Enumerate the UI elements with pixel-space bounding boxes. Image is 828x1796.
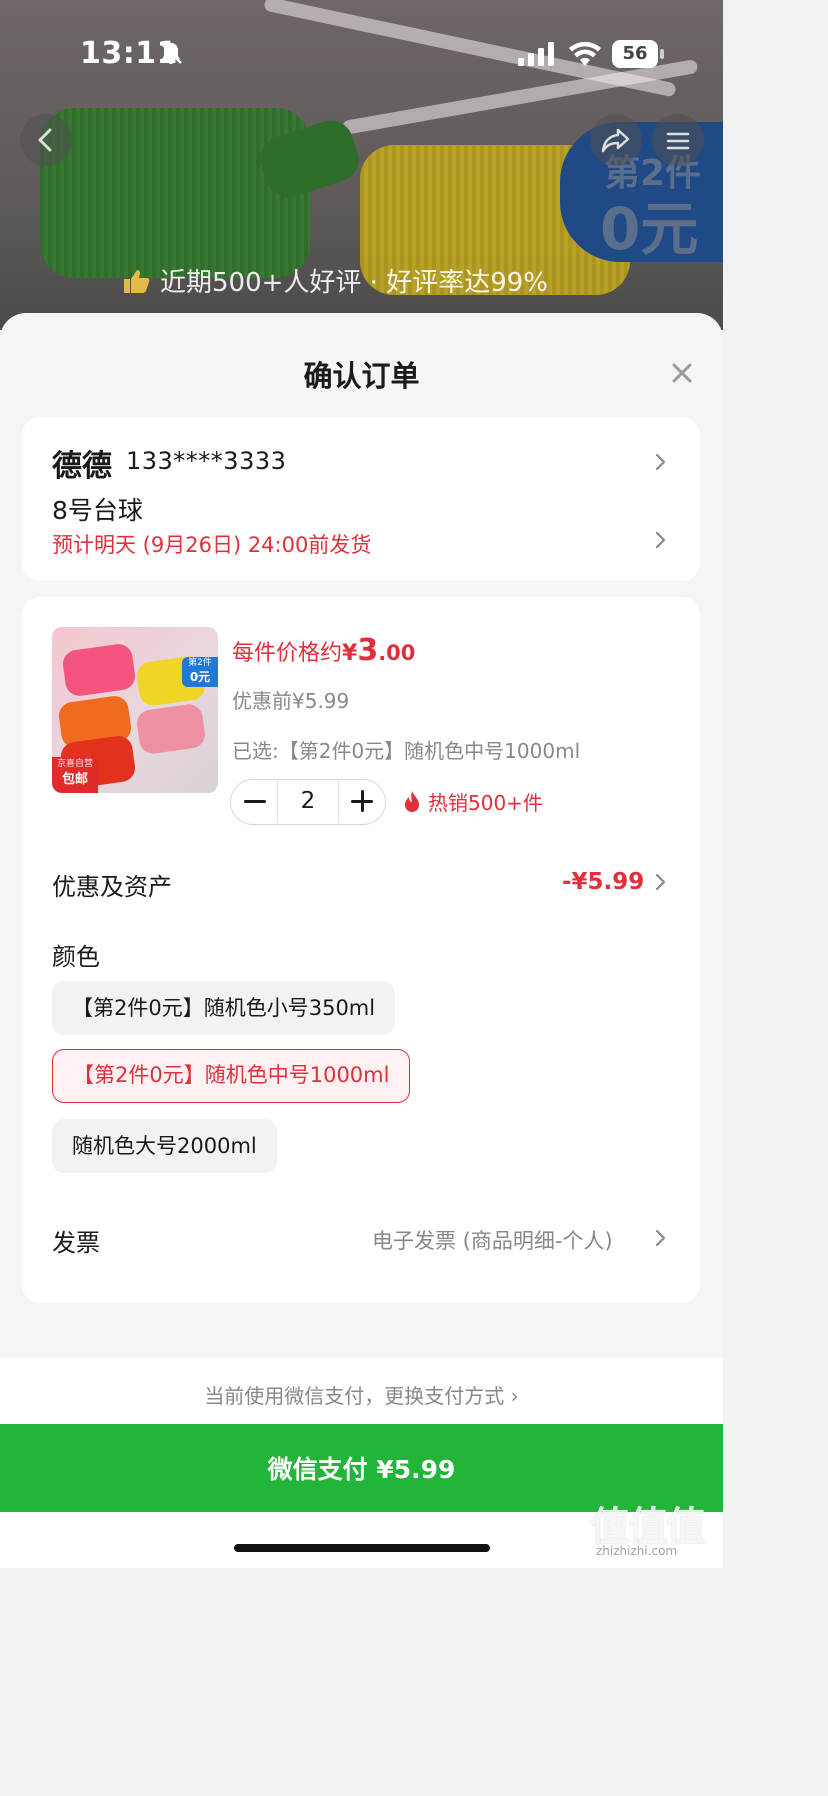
wifi-icon — [569, 41, 601, 66]
chevron-right-icon[interactable] — [654, 529, 668, 551]
delivery-estimate: 预计明天 (9月26日) 24:00前发货 — [52, 533, 372, 557]
unit-price: 每件价格约¥3.00 — [232, 633, 415, 668]
site-watermark: 值值值 zhizhizhi.com — [590, 1494, 720, 1564]
thumbnail-shipping-tag: 京喜自营 包邮 — [52, 757, 98, 793]
product-thumbnail[interactable]: 第2件 0元 京喜自营 包邮 — [52, 627, 218, 793]
color-option-small[interactable]: 【第2件0元】随机色小号350ml — [52, 981, 396, 1035]
quantity-stepper: 2 — [230, 779, 386, 825]
color-option-large[interactable]: 随机色大号2000ml — [52, 1119, 277, 1173]
status-bar: 13:11 56 — [0, 0, 723, 100]
cellular-signal-icon — [518, 42, 554, 66]
battery-icon: 56 — [612, 40, 664, 68]
chevron-right-icon[interactable] — [654, 871, 668, 893]
original-price: 优惠前¥5.99 — [232, 689, 350, 713]
chevron-left-icon — [38, 128, 52, 152]
thumb-bottle-light-pink — [135, 702, 207, 756]
recipient-phone: 133****3333 — [126, 447, 287, 475]
selected-spec: 已选:【第2件0元】随机色中号1000ml — [232, 739, 581, 763]
address-line: 8号台球 — [52, 496, 143, 525]
discount-row-value[interactable]: -¥5.99 — [562, 869, 644, 895]
promo-badge-line2: 0元 — [600, 195, 699, 263]
review-summary: 近期500+人好评 · 好评率达99% — [122, 262, 548, 299]
thumbs-up-icon — [124, 270, 150, 293]
decrease-quantity-button[interactable] — [231, 780, 277, 823]
sheet-title: 确认订单 — [303, 359, 420, 393]
thumbnail-tag-line2: 包邮 — [61, 772, 88, 787]
thumbnail-promo-line2: 0元 — [189, 670, 211, 684]
discount-row-label[interactable]: 优惠及资产 — [52, 867, 172, 902]
home-indicator[interactable] — [234, 1544, 490, 1552]
hot-sale-text: 热销500+件 — [428, 791, 543, 815]
order-card: 第2件 0元 京喜自营 包邮 每件价格约¥3.00 优惠前¥5.99 已选:【第… — [22, 597, 700, 1303]
battery-level: 56 — [622, 43, 648, 64]
unit-price-decimal: .00 — [378, 641, 416, 665]
payment-bar: 当前使用微信支付，更换支付方式 › 微信支付 ¥5.99 值值值 zhizhiz… — [0, 1358, 723, 1568]
battery-tip — [660, 49, 664, 59]
menu-icon — [666, 132, 690, 150]
unit-price-currency: ¥ — [342, 641, 358, 666]
unit-price-prefix: 每件价格约 — [232, 641, 343, 666]
hot-sale-label: 热销500+件 — [402, 787, 543, 816]
color-section-label: 颜色 — [52, 943, 100, 971]
green-bottle-image — [40, 108, 310, 278]
address-card[interactable]: 德德 133****3333 8号台球 预计明天 (9月26日) 24:00前发… — [22, 417, 700, 581]
color-option-medium-selected[interactable]: 【第2件0元】随机色中号1000ml — [52, 1049, 411, 1103]
invoice-value[interactable]: 电子发票 (商品明细-个人) — [372, 1225, 613, 1255]
quantity-value[interactable]: 2 — [277, 780, 339, 823]
close-icon[interactable] — [666, 357, 698, 389]
thumbnail-tag-line1: 京喜自营 — [56, 759, 93, 769]
chevron-right-icon[interactable] — [654, 451, 668, 473]
watermark-url: zhizhizhi.com — [596, 1544, 678, 1558]
invoice-label[interactable]: 发票 — [52, 1223, 100, 1258]
unit-price-integer: 3 — [357, 633, 379, 668]
chevron-right-icon[interactable] — [654, 1227, 668, 1249]
increase-quantity-button[interactable] — [339, 780, 385, 823]
review-summary-text: 近期500+人好评 · 好评率达99% — [160, 268, 548, 298]
fire-icon — [405, 791, 419, 812]
thumbnail-promo-line1: 第2件 — [188, 658, 212, 668]
more-menu-button[interactable] — [652, 114, 704, 166]
share-icon — [601, 128, 630, 153]
back-button[interactable] — [20, 114, 72, 166]
thumbnail-promo-badge: 第2件 0元 — [182, 657, 218, 687]
thumb-bottle-pink — [61, 642, 137, 698]
recipient-name: 德德 — [52, 449, 112, 484]
share-button[interactable] — [590, 114, 642, 166]
change-payment-method-link[interactable]: 当前使用微信支付，更换支付方式 › — [0, 1380, 723, 1409]
bell-mute-icon — [160, 42, 182, 64]
